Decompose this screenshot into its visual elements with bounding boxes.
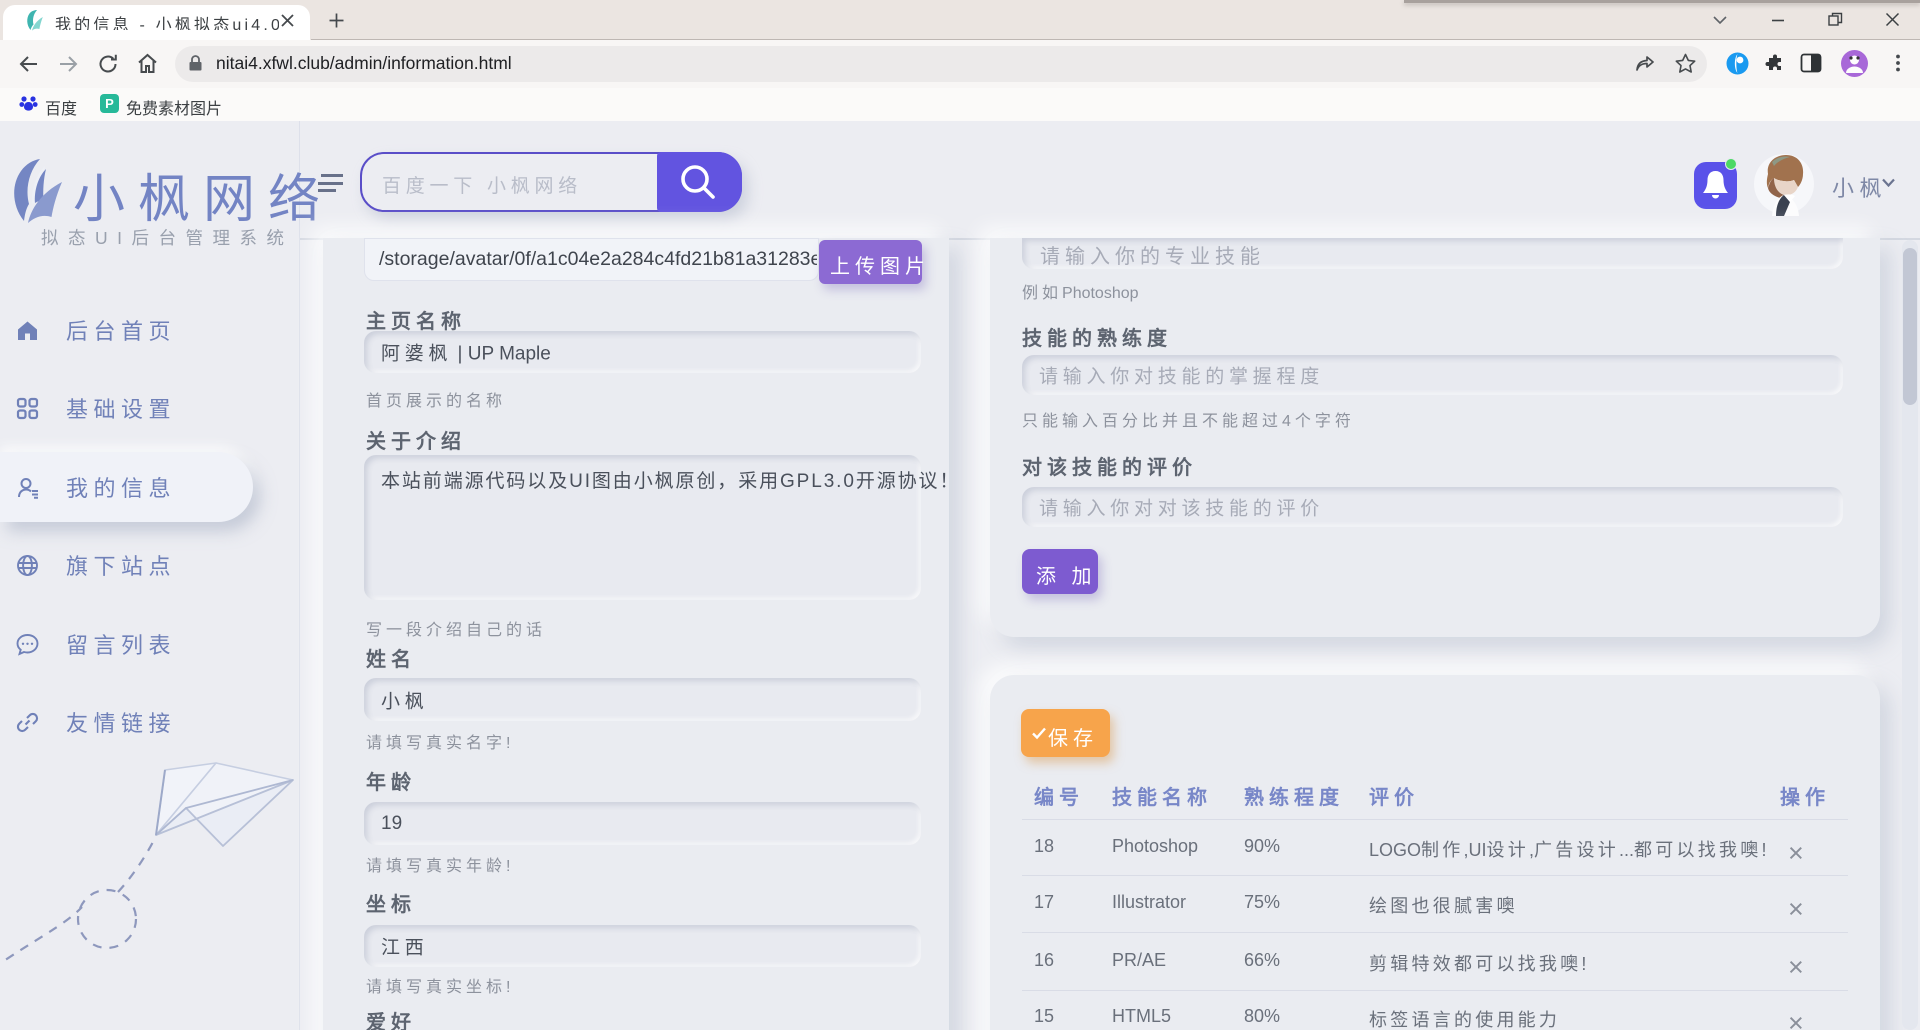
svg-text:P: P [105,96,114,111]
